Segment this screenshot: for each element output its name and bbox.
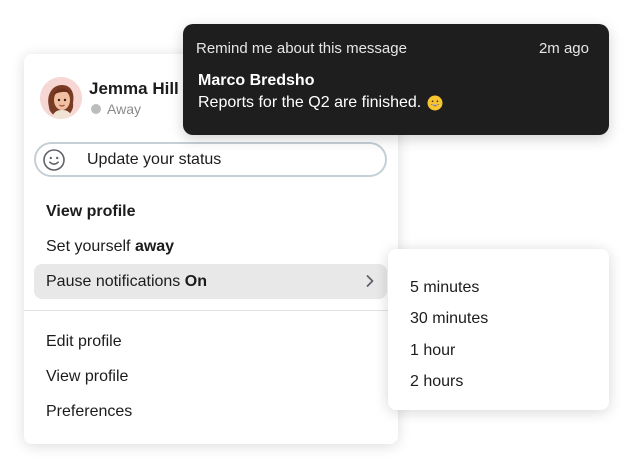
pause-notifications-item[interactable]: Pause notifications On [34, 264, 387, 299]
pause-duration-submenu: 5 minutes 30 minutes 1 hour 2 hours [388, 249, 609, 410]
pause-option-5-minutes[interactable]: 5 minutes [410, 278, 479, 298]
presence-dot-icon [91, 104, 101, 114]
pause-state: On [184, 272, 207, 290]
pause-option-30-minutes[interactable]: 30 minutes [410, 309, 488, 329]
profile-text: Jemma Hill Away [89, 79, 179, 117]
notification-toast[interactable]: Remind me about this message 2m ago Marc… [183, 24, 609, 135]
toast-message: Reports for the Q2 are finished. [198, 94, 443, 112]
grinning-face-icon [427, 95, 443, 111]
avatar [40, 77, 82, 119]
update-status-label: Update your status [87, 150, 222, 168]
toast-header: Remind me about this message [196, 40, 407, 57]
set-away-strong: away [134, 238, 175, 255]
menu-divider [24, 310, 398, 311]
set-away-item[interactable]: Set yourself away [46, 237, 174, 257]
edit-profile-item[interactable]: Edit profile [46, 332, 122, 352]
set-away-prefix: Set yourself [46, 238, 131, 255]
chevron-right-icon [366, 275, 374, 287]
toast-sender: Marco Bredsho [198, 72, 315, 89]
preferences-item[interactable]: Preferences [46, 402, 132, 422]
toast-time: 2m ago [538, 40, 589, 57]
smiley-icon [43, 148, 65, 171]
avatar-illustration [40, 77, 82, 119]
pause-prefix: Pause notifications [46, 272, 181, 290]
view-profile-item-2[interactable]: View profile [46, 367, 128, 387]
toast-message-text: Reports for the Q2 are finished. [198, 94, 422, 111]
view-profile-item[interactable]: View profile [46, 202, 136, 222]
user-name: Jemma Hill [89, 79, 179, 98]
update-status-field[interactable]: Update your status [34, 142, 387, 177]
presence-label: Away [107, 101, 141, 117]
stage: Jemma Hill Away Update your status View … [0, 0, 633, 467]
presence: Away [89, 101, 179, 117]
profile-header[interactable]: Jemma Hill Away [40, 76, 179, 120]
pause-notifications-label: Pause notifications On [46, 273, 207, 291]
pause-option-1-hour[interactable]: 1 hour [410, 341, 455, 361]
pause-option-2-hours[interactable]: 2 hours [410, 372, 463, 392]
